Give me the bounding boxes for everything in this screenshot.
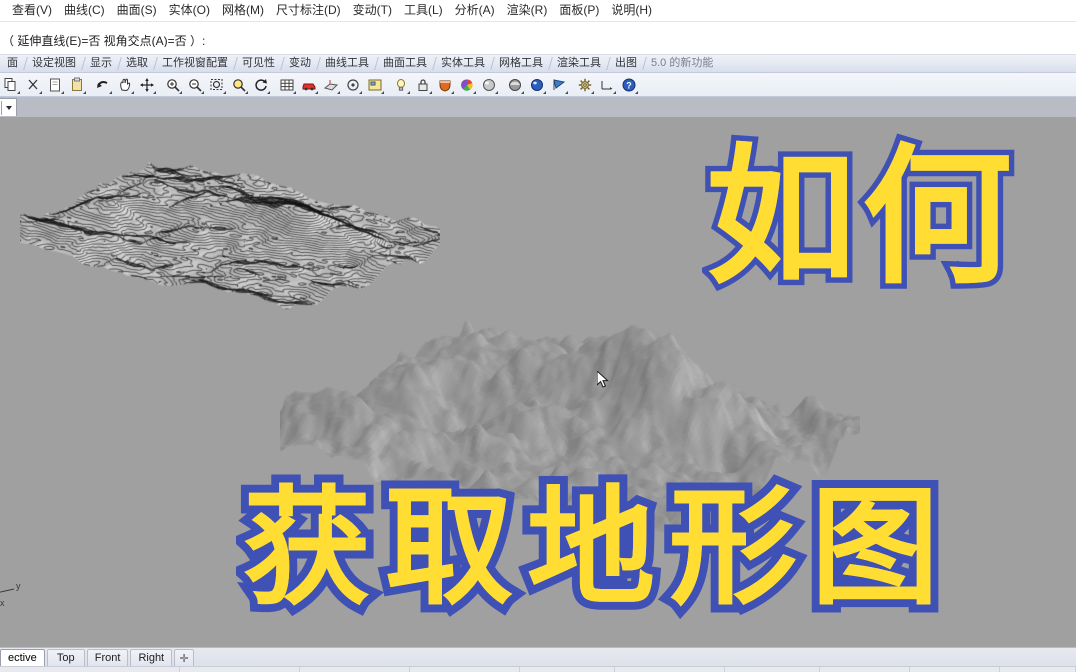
- menu-item-1[interactable]: 曲线(C): [58, 1, 111, 20]
- shield-icon[interactable]: [434, 74, 455, 95]
- axis-indicator: y x: [0, 579, 38, 613]
- toolbar-tab-0[interactable]: 面: [0, 55, 25, 72]
- status-cell-6: [725, 667, 820, 672]
- viewport-tab-ective[interactable]: ective: [0, 649, 45, 666]
- status-cell-4: [520, 667, 615, 672]
- menu-item-10[interactable]: 面板(P): [553, 1, 605, 20]
- menu-item-2[interactable]: 曲面(S): [111, 1, 163, 20]
- render-preview-icon[interactable]: [504, 74, 525, 95]
- color-wheel-icon[interactable]: [456, 74, 477, 95]
- toolbar-tab-5[interactable]: 可见性: [235, 55, 282, 72]
- status-cell-8: [910, 667, 1000, 672]
- grid-icon[interactable]: [276, 74, 297, 95]
- axis-y-label: y: [16, 581, 21, 591]
- paste-icon[interactable]: [44, 74, 65, 95]
- toolbar-tab-6[interactable]: 变动: [282, 55, 318, 72]
- command-prompt-line[interactable]: （ 延伸直线(E)=否 视角交点(A)=否 ）:: [0, 32, 1076, 47]
- menu-item-4[interactable]: 网格(M): [216, 1, 270, 20]
- clipboard-icon[interactable]: [66, 74, 87, 95]
- icon-toolbar[interactable]: ?: [0, 73, 1076, 97]
- status-cell-3: [410, 667, 520, 672]
- status-cell-7: [820, 667, 910, 672]
- flag-icon[interactable]: [548, 74, 569, 95]
- target-icon[interactable]: [342, 74, 363, 95]
- toolbar-tab-9[interactable]: 实体工具: [434, 55, 492, 72]
- rotate-view-icon[interactable]: [250, 74, 271, 95]
- menu-item-7[interactable]: 工具(L): [398, 1, 449, 20]
- menu-item-6[interactable]: 变动(T): [347, 1, 398, 20]
- move-icon[interactable]: [136, 74, 157, 95]
- zoom-window-icon[interactable]: [206, 74, 227, 95]
- cut-icon[interactable]: [22, 74, 43, 95]
- toolbar-tab-11[interactable]: 渲染工具: [550, 55, 608, 72]
- gear-icon[interactable]: [574, 74, 595, 95]
- menu-item-9[interactable]: 渲染(R): [501, 1, 554, 20]
- toolbar-tab-12[interactable]: 出图: [608, 55, 644, 72]
- viewport-tab-front[interactable]: Front: [86, 649, 129, 666]
- car-icon[interactable]: [298, 74, 319, 95]
- dimension-icon[interactable]: [596, 74, 617, 95]
- axis-x-label: x: [0, 598, 5, 608]
- toolbar-tab-strip[interactable]: 面设定视图 显示 选取 工作视窗配置 可见性 变动 曲线工具 曲面工具 实体工具 网格工具 渲染工具…: [0, 55, 1076, 73]
- zoom-selected-icon[interactable]: [228, 74, 249, 95]
- status-cell-5: [615, 667, 725, 672]
- menu-item-0[interactable]: 查看(V): [6, 1, 58, 20]
- viewport-tab-bar[interactable]: ective Top Front Right ✛: [0, 647, 1076, 666]
- lock-icon[interactable]: [412, 74, 433, 95]
- toolbar-tab-13[interactable]: 5.0 的新功能: [644, 55, 720, 72]
- perspective-icon[interactable]: [320, 74, 341, 95]
- toolbar-tab-1[interactable]: 设定视图: [25, 55, 83, 72]
- status-cell-9: [1000, 667, 1076, 672]
- copy-icon[interactable]: [0, 74, 21, 95]
- viewport-tab-top[interactable]: Top: [46, 649, 85, 666]
- light-bulb-icon[interactable]: [390, 74, 411, 95]
- toolbar-tab-7[interactable]: 曲线工具: [318, 55, 376, 72]
- zoom-in-icon[interactable]: [162, 74, 183, 95]
- toolbar-tab-3[interactable]: 选取: [119, 55, 155, 72]
- help-icon[interactable]: ?: [618, 74, 639, 95]
- viewport-tab-right[interactable]: Right: [130, 649, 173, 666]
- menu-item-5[interactable]: 尺寸标注(D): [270, 1, 347, 20]
- status-cell-1: [180, 667, 300, 672]
- viewport-name-tab[interactable]: ective: [0, 98, 17, 116]
- shade-sphere-icon[interactable]: [478, 74, 499, 95]
- shaded-terrain-surface[interactable]: [280, 272, 860, 632]
- svg-text:?: ?: [626, 80, 632, 90]
- toolbar-tab-8[interactable]: 曲面工具: [376, 55, 434, 72]
- status-bar: [0, 666, 1076, 672]
- viewport-tab-add-button[interactable]: ✛: [174, 649, 195, 666]
- zoom-out-icon[interactable]: [184, 74, 205, 95]
- render-sphere-icon[interactable]: [526, 74, 547, 95]
- menu-item-8[interactable]: 分析(A): [449, 1, 501, 20]
- status-cell-2: [300, 667, 410, 672]
- toolbar-tab-4[interactable]: 工作视窗配置: [155, 55, 235, 72]
- toolbar-tab-10[interactable]: 网格工具: [492, 55, 550, 72]
- rhino-application-window: 查看(V) 曲线(C) 曲面(S) 实体(O) 网格(M) 尺寸标注(D) 变动(T) 工具(…: [0, 0, 1076, 672]
- perspective-viewport[interactable]: y x: [0, 117, 1076, 647]
- toolbar-tab-2[interactable]: 显示: [83, 55, 119, 72]
- pan-hand-icon[interactable]: [114, 74, 135, 95]
- named-view-icon[interactable]: [364, 74, 385, 95]
- chevron-down-icon[interactable]: [0, 100, 12, 115]
- command-area[interactable]: （ 延伸直线(E)=否 视角交点(A)=否 ）:: [0, 22, 1076, 55]
- menu-item-3[interactable]: 实体(O): [163, 1, 216, 20]
- menu-item-11[interactable]: 说明(H): [605, 1, 658, 20]
- status-cell-0: [0, 667, 180, 672]
- viewport-title-bar: ective: [0, 97, 1076, 117]
- menu-bar: 查看(V) 曲线(C) 曲面(S) 实体(O) 网格(M) 尺寸标注(D) 变动(T) 工具(…: [0, 0, 1076, 22]
- undo-icon[interactable]: [92, 74, 113, 95]
